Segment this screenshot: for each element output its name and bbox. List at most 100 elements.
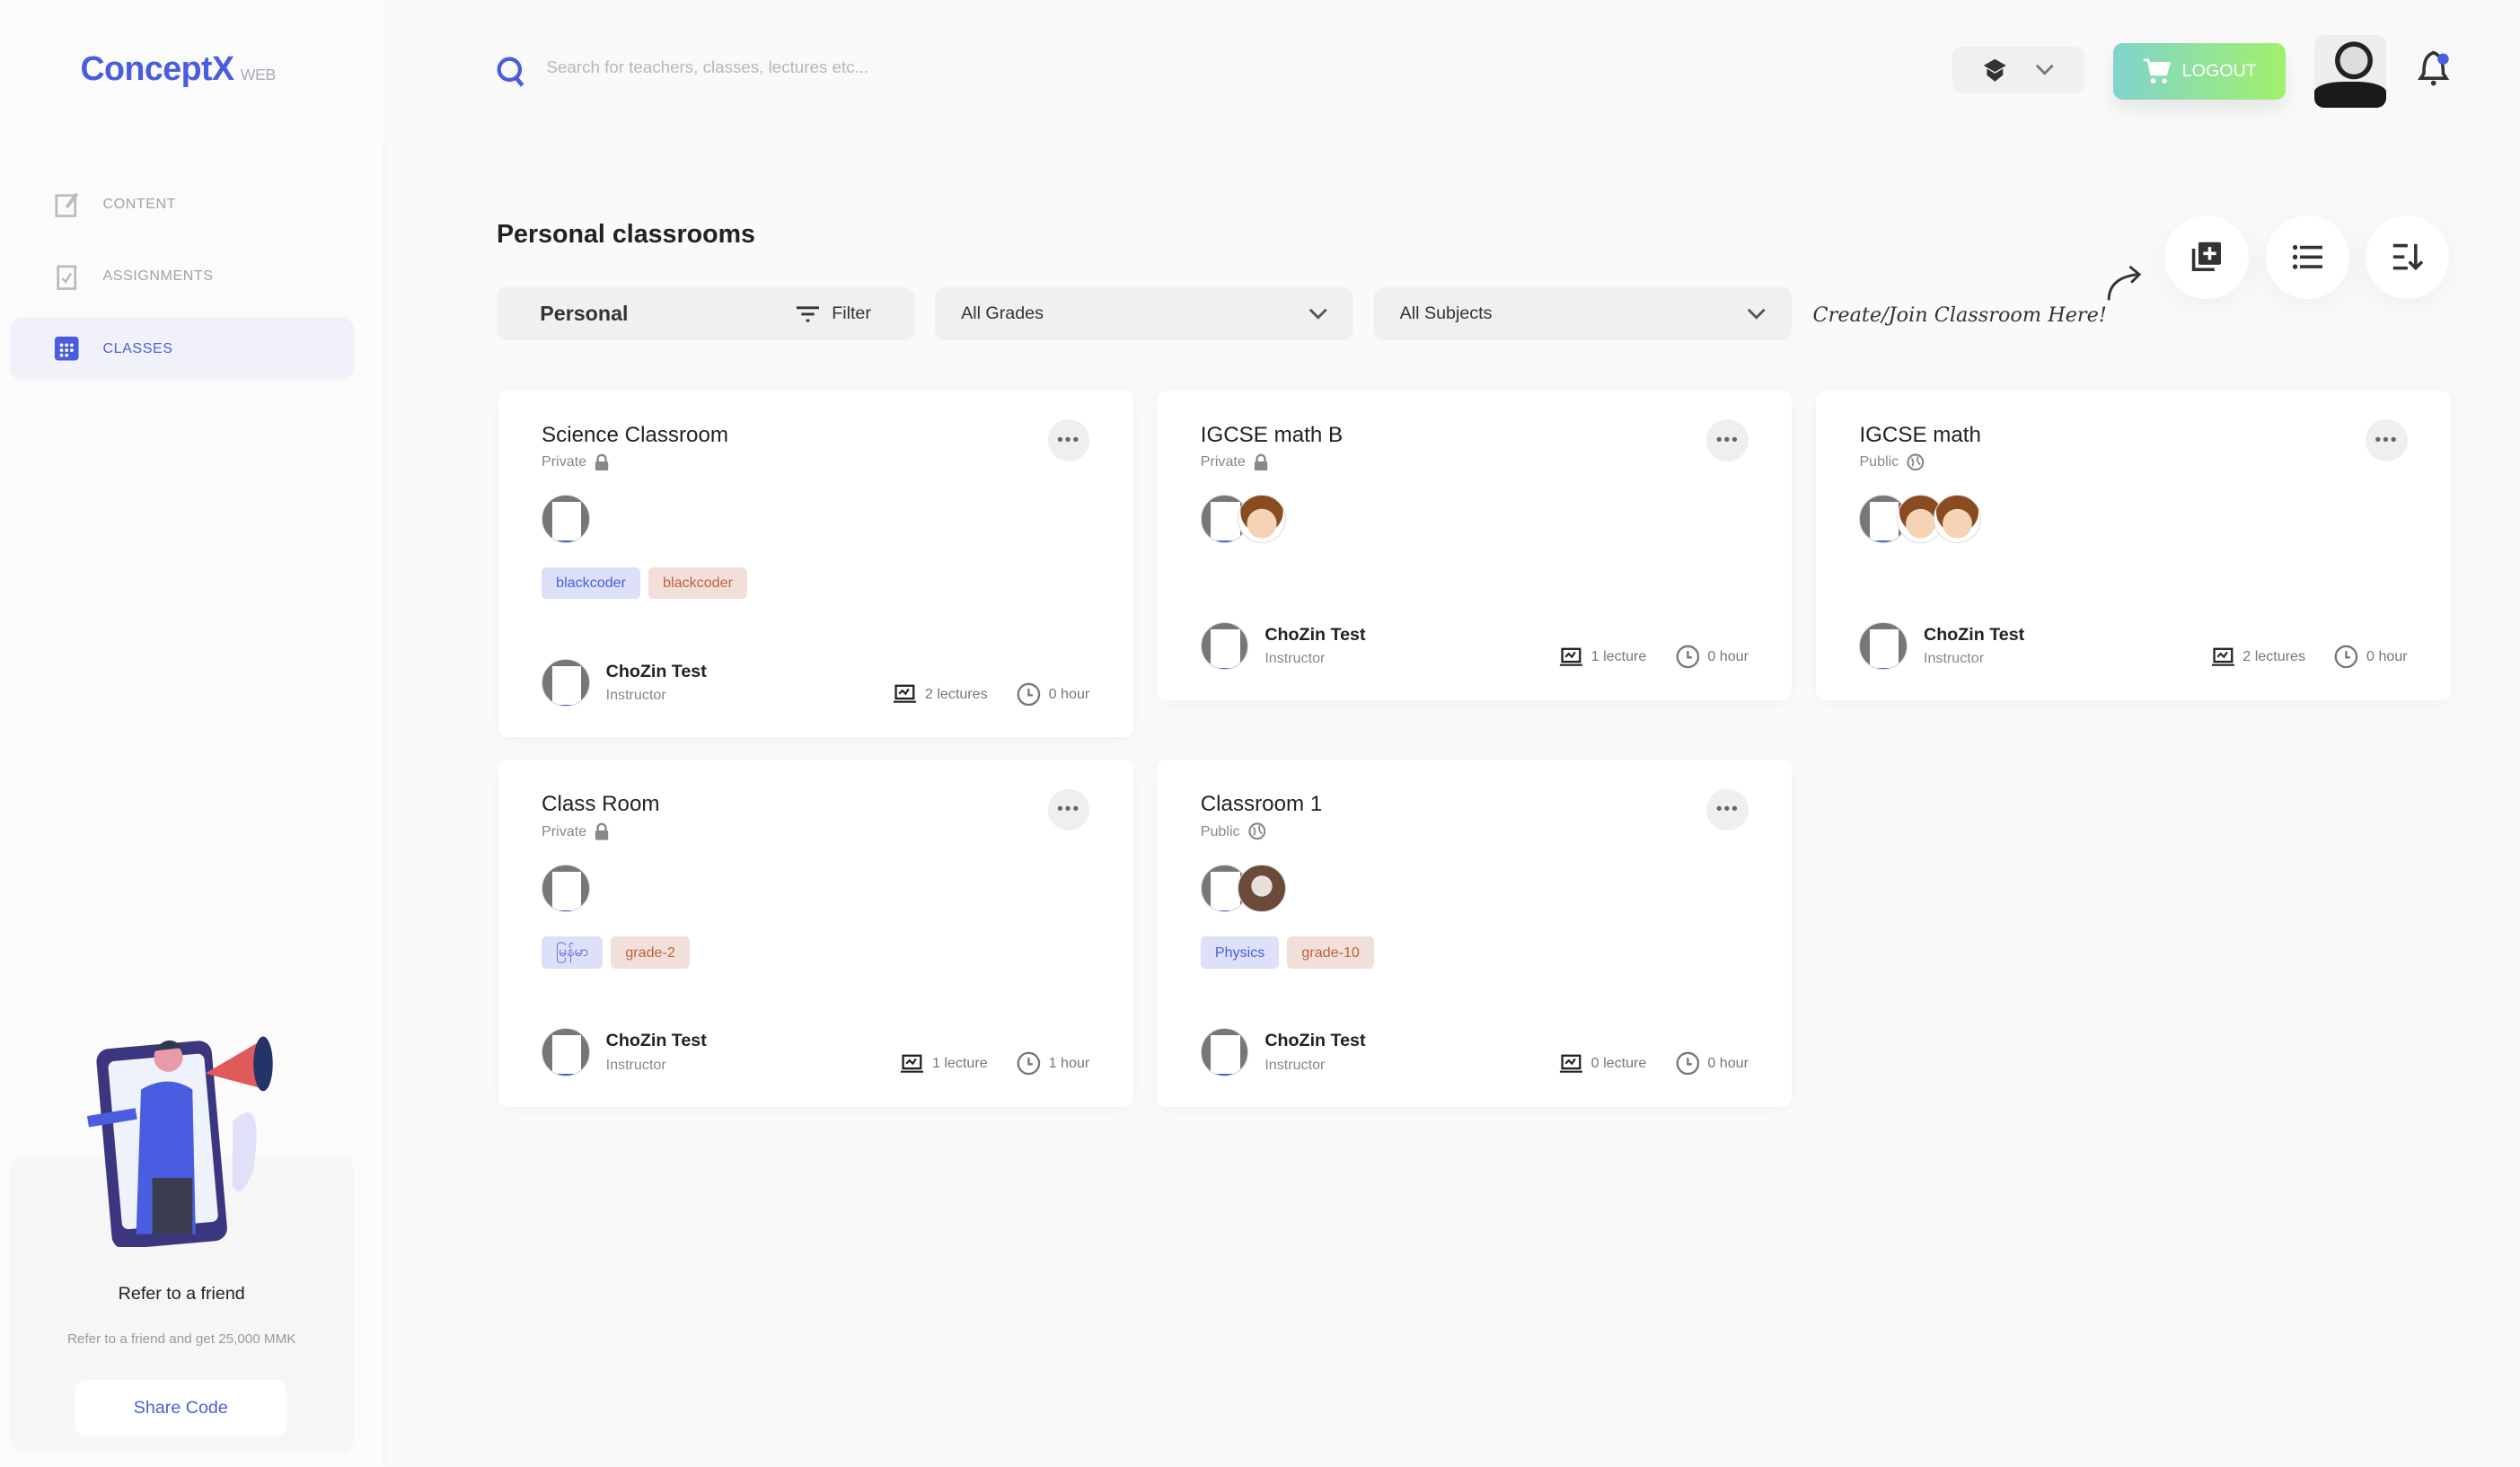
graduation-cap-icon — [1984, 58, 2007, 82]
logout-button[interactable]: LOGOUT — [2113, 43, 2286, 100]
search-input[interactable] — [546, 57, 1190, 78]
curved-arrow-icon — [2107, 265, 2141, 301]
more-icon: ••• — [2375, 429, 2399, 450]
classroom-card[interactable]: IGCSE math Public ••• ChoZin Test Instru… — [1816, 390, 2451, 701]
hour-count: 0 hour — [1048, 685, 1090, 702]
grade-level-dropdown[interactable] — [1952, 46, 2084, 93]
tag-list: မြန်မာ grade-2 — [542, 936, 690, 970]
member-avatar — [542, 495, 590, 543]
clock-icon — [2334, 646, 2358, 669]
list-view-button[interactable] — [2266, 215, 2350, 299]
instructor-name: ChoZin Test — [605, 661, 707, 681]
visibility-status: Private — [542, 453, 609, 471]
hour-count: 0 hour — [1707, 1055, 1749, 1072]
sort-button[interactable] — [2366, 215, 2450, 299]
scope-label: Personal — [540, 302, 629, 326]
lecture-icon — [1559, 647, 1582, 666]
clock-icon — [1017, 1051, 1041, 1076]
member-avatars — [1859, 495, 1982, 543]
add-library-icon — [2191, 242, 2222, 272]
tag[interactable]: blackcoder — [648, 567, 748, 600]
instructor-row: ChoZin Test Instructor 1 lecture 0 hour — [1200, 620, 1749, 672]
more-icon: ••• — [1056, 429, 1081, 450]
classroom-title[interactable]: Classroom 1 — [1201, 792, 1323, 817]
sort-icon — [2392, 243, 2424, 271]
more-options-button[interactable]: ••• — [1047, 788, 1090, 831]
instructor-name: ChoZin Test — [1264, 1031, 1366, 1051]
instructor-avatar — [1200, 621, 1249, 671]
classroom-title[interactable]: IGCSE math B — [1201, 423, 1343, 448]
chevron-down-icon — [2036, 64, 2055, 75]
tag[interactable]: blackcoder — [542, 567, 641, 600]
instructor-role: Instructor — [605, 687, 666, 704]
tag[interactable]: Physics — [1200, 936, 1280, 970]
lecture-icon — [901, 1054, 924, 1073]
member-avatars — [542, 864, 590, 913]
hour-count: 1 hour — [1048, 1055, 1090, 1072]
classroom-stats: 0 lecture 0 hour — [1559, 1029, 1749, 1076]
more-icon: ••• — [1715, 429, 1740, 450]
sidebar-item-classes[interactable]: CLASSES — [9, 316, 354, 382]
subjects-value: All Subjects — [1399, 303, 1493, 324]
filter-button[interactable]: Filter — [796, 303, 871, 324]
member-avatars — [542, 495, 590, 543]
classroom-stats: 2 lectures 0 hour — [2211, 622, 2408, 669]
instructor-avatar — [1200, 1028, 1249, 1076]
lecture-count: 2 lectures — [924, 685, 988, 702]
visibility-label: Private — [542, 822, 587, 839]
classroom-title[interactable]: Class Room — [542, 792, 659, 817]
tag-list: blackcoder blackcoder — [542, 567, 748, 600]
instructor-row: ChoZin Test Instructor 2 lectures 0 hour — [542, 657, 1089, 708]
user-avatar[interactable] — [2313, 35, 2387, 108]
tag[interactable]: grade-2 — [611, 936, 690, 970]
member-avatar — [1237, 495, 1286, 543]
visibility-label: Private — [1200, 452, 1246, 470]
lock-icon — [595, 822, 609, 840]
visibility-status: Private — [1201, 453, 1268, 471]
clock-icon — [1676, 646, 1699, 669]
subjects-select[interactable]: All Subjects — [1374, 287, 1793, 341]
calendar-icon — [54, 337, 79, 361]
bell-icon[interactable] — [2416, 49, 2451, 88]
classroom-card[interactable]: IGCSE math B Private ••• ChoZin Test Ins… — [1157, 390, 1793, 701]
instructor-role: Instructor — [1264, 1056, 1326, 1073]
more-options-button[interactable]: ••• — [1047, 419, 1090, 461]
logout-label: LOGOUT — [2181, 61, 2257, 82]
share-code-button[interactable]: Share Code — [75, 1380, 286, 1436]
lock-icon — [1254, 453, 1267, 471]
lecture-count: 1 lecture — [931, 1055, 988, 1072]
classroom-title[interactable]: Science Classroom — [542, 423, 728, 448]
lecture-icon — [894, 684, 917, 704]
tag[interactable]: မြန်မာ — [542, 936, 604, 970]
sidebar-item-assignments[interactable]: ASSIGNMENTS — [10, 244, 354, 309]
classroom-title[interactable]: IGCSE math — [1859, 423, 1981, 448]
instructor-role: Instructor — [605, 1056, 666, 1073]
create-classroom-button[interactable] — [2164, 215, 2249, 299]
grades-select[interactable]: All Grades — [935, 287, 1353, 341]
lecture-icon — [1559, 1054, 1582, 1073]
visibility-status: Public — [1859, 453, 1925, 471]
lecture-count: 2 lectures — [2242, 648, 2306, 665]
lecture-icon — [2211, 647, 2234, 666]
more-options-button[interactable]: ••• — [1706, 419, 1749, 461]
globe-icon — [1247, 822, 1265, 840]
visibility-label: Private — [542, 452, 587, 470]
more-options-button[interactable]: ••• — [2366, 419, 2408, 461]
more-options-button[interactable]: ••• — [1706, 788, 1749, 831]
brand-logo[interactable]: ConceptX WEB — [80, 49, 276, 88]
member-avatar — [1933, 495, 1982, 543]
instructor-row: ChoZin Test Instructor 1 lecture 1 hour — [542, 1027, 1089, 1078]
tag[interactable]: grade-10 — [1287, 936, 1374, 970]
instructor-name: ChoZin Test — [605, 1031, 707, 1051]
filter-label: Filter — [832, 303, 871, 324]
lecture-count: 0 lecture — [1590, 1055, 1647, 1072]
instructor-row: ChoZin Test Instructor 2 lectures 0 hour — [1859, 620, 2408, 672]
sidebar-item-content[interactable]: CONTENT — [10, 171, 354, 236]
lecture-count: 1 lecture — [1590, 648, 1647, 665]
classroom-card[interactable]: Classroom 1 Public ••• Physics grade-10 C… — [1157, 760, 1793, 1107]
scope-filter[interactable]: Personal Filter — [496, 287, 915, 341]
classroom-card[interactable]: Science Classroom Private ••• blackcoder… — [498, 390, 1133, 738]
classroom-card[interactable]: Class Room Private ••• မြန်မာ grade-2 Cho… — [498, 760, 1133, 1107]
tag-list: Physics grade-10 — [1200, 936, 1374, 970]
hour-count: 0 hour — [1707, 648, 1749, 665]
